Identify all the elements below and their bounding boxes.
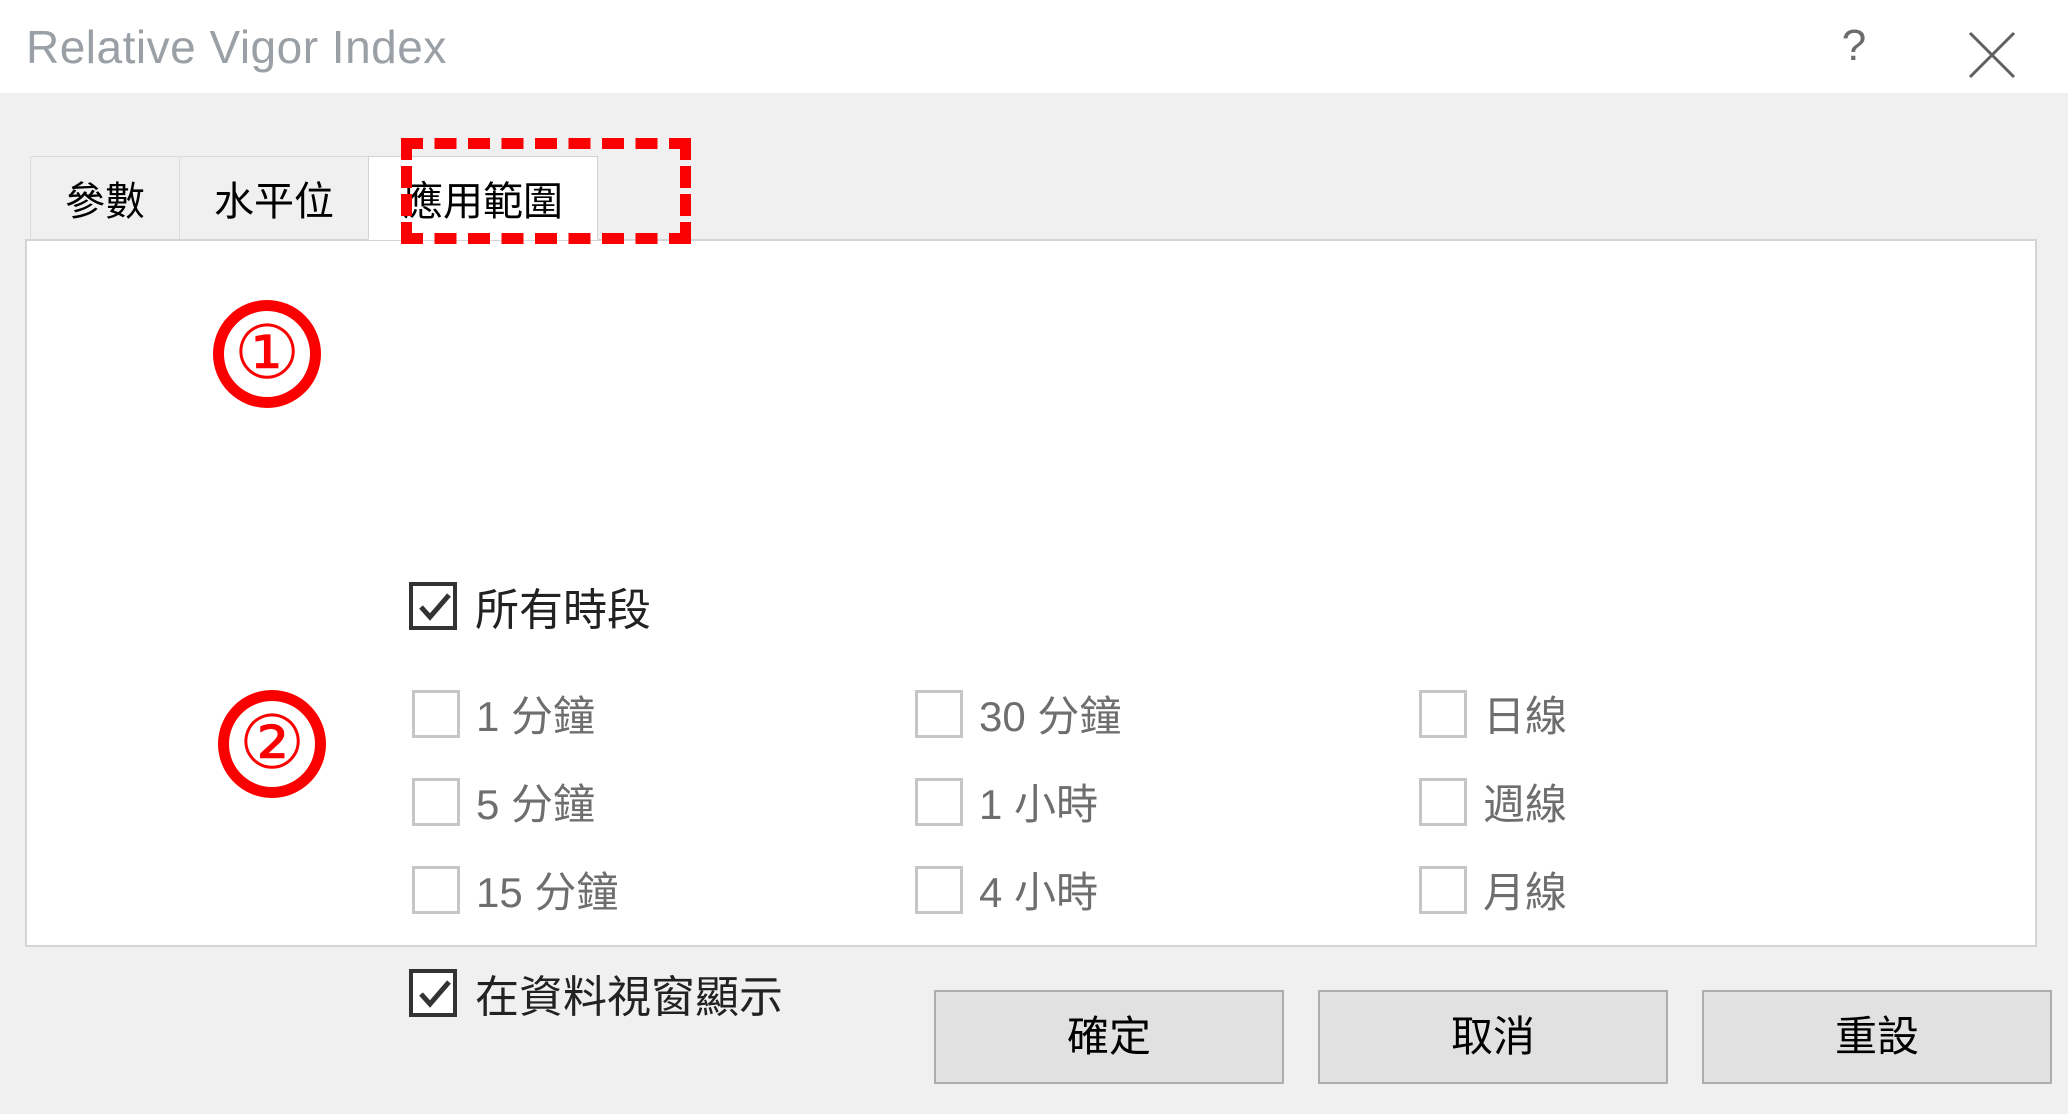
help-button[interactable]: ? xyxy=(1806,10,1902,82)
checkbox-timeframe-m30[interactable]: 30 分鐘 xyxy=(915,683,1121,744)
title-bar: Relative Vigor Index ? xyxy=(0,0,2068,93)
checkbox-all-timeframes[interactable]: 所有時段 xyxy=(409,574,651,638)
checkbox-box xyxy=(915,865,963,914)
checkbox-label: 1 分鐘 xyxy=(476,693,596,740)
checkbox-label: 5 分鐘 xyxy=(476,781,596,828)
close-button[interactable] xyxy=(1944,10,2040,82)
checkbox-box xyxy=(409,582,457,630)
checkbox-timeframe-m5[interactable]: 5 分鐘 xyxy=(412,771,595,832)
tab-strip: 參數 水平位 應用範圍 xyxy=(30,156,598,240)
checkbox-box xyxy=(1419,777,1467,826)
tab-label: 參數 xyxy=(65,180,145,224)
tab-levels[interactable]: 水平位 xyxy=(179,156,369,240)
window-title: Relative Vigor Index xyxy=(26,21,447,73)
checkbox-show-in-data-window[interactable]: 在資料視窗顯示 xyxy=(409,961,783,1025)
tab-parameters[interactable]: 參數 xyxy=(30,156,180,240)
checkbox-label: 在資料視窗顯示 xyxy=(475,973,783,1022)
checkbox-label: 週線 xyxy=(1483,781,1568,828)
tab-visualization[interactable]: 應用範圍 xyxy=(368,156,598,240)
cancel-button[interactable]: 取消 xyxy=(1318,990,1668,1084)
checkbox-label: 1 小時 xyxy=(979,781,1099,828)
tab-content-panel: 所有時段 1 分鐘 5 分鐘 15 分鐘 30 分鐘 1 小時 4 小時 日線 … xyxy=(25,239,2037,1022)
checkbox-label: 月線 xyxy=(1483,869,1568,916)
checkbox-timeframe-d1[interactable]: 日線 xyxy=(1419,683,1567,744)
reset-button[interactable]: 重設 xyxy=(1702,990,2052,1084)
checkbox-box xyxy=(915,689,963,738)
dialog-window: Relative Vigor Index ? 參數 水平位 應用範圍 所有時段 … xyxy=(0,0,2068,1114)
checkbox-timeframe-w1[interactable]: 週線 xyxy=(1419,771,1567,832)
checkbox-box xyxy=(1419,689,1467,738)
checkbox-label: 4 小時 xyxy=(979,869,1099,916)
tab-label: 應用範圍 xyxy=(403,180,563,224)
checkbox-box xyxy=(412,777,460,826)
checkbox-box xyxy=(409,969,457,1017)
checkbox-timeframe-mn1[interactable]: 月線 xyxy=(1419,859,1567,920)
checkbox-box xyxy=(412,865,460,914)
checkbox-box xyxy=(915,777,963,826)
checkbox-timeframe-h4[interactable]: 4 小時 xyxy=(915,859,1098,920)
ok-button[interactable]: 確定 xyxy=(934,990,1284,1084)
checkbox-label: 30 分鐘 xyxy=(979,693,1122,740)
checkbox-timeframe-h1[interactable]: 1 小時 xyxy=(915,771,1098,832)
checkbox-label: 日線 xyxy=(1483,693,1568,740)
tab-label: 水平位 xyxy=(214,180,334,224)
checkbox-timeframe-m15[interactable]: 15 分鐘 xyxy=(412,859,618,920)
checkbox-timeframe-m1[interactable]: 1 分鐘 xyxy=(412,683,595,744)
help-icon: ? xyxy=(1841,21,1867,70)
checkbox-label: 所有時段 xyxy=(475,586,651,635)
checkbox-box xyxy=(1419,865,1467,914)
checkbox-box xyxy=(412,689,460,738)
checkbox-label: 15 分鐘 xyxy=(476,869,619,916)
